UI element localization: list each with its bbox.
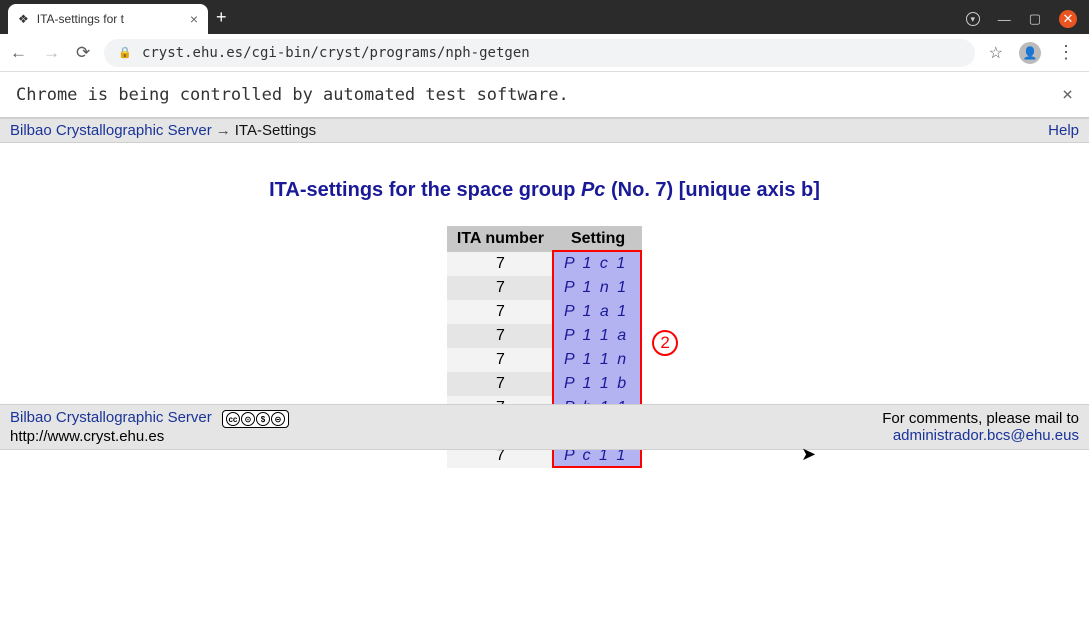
annotation-badge: 2 — [652, 330, 678, 356]
automation-text: Chrome is being controlled by automated … — [16, 85, 569, 105]
title-prefix: ITA-settings for the space group — [269, 179, 581, 201]
cell-setting: P 1 c 1 — [554, 252, 642, 276]
tab-favicon: ❖ — [18, 12, 29, 26]
setting-link[interactable]: P 1 c 1 — [564, 255, 627, 272]
help-link[interactable]: Help — [1048, 122, 1079, 139]
table-row: 7 P 1 n 1 — [447, 276, 642, 300]
cell-setting: P 1 1 b — [554, 372, 642, 396]
table-row: 7 P 1 1 b — [447, 372, 642, 396]
tab-title: ITA-settings for t — [37, 12, 182, 26]
cell-setting: P 1 n 1 — [554, 276, 642, 300]
browser-tab[interactable]: ❖ ITA-settings for t × — [8, 4, 208, 34]
breadcrumb-current: ITA-Settings — [235, 122, 316, 139]
table-row: 7 P 1 a 1 — [447, 300, 642, 324]
forward-icon[interactable]: → — [43, 43, 60, 63]
cell-ita-number: 7 — [447, 252, 554, 276]
mouse-cursor: ➤ — [801, 444, 816, 465]
page-title: ITA-settings for the space group Pc (No.… — [0, 179, 1089, 202]
lock-icon: 🔒 — [118, 46, 132, 59]
new-tab-button[interactable]: + — [216, 7, 227, 28]
table-row: 7 P 1 1 n — [447, 348, 642, 372]
col-ita-number: ITA number — [447, 226, 554, 252]
cell-ita-number: 7 — [447, 300, 554, 324]
cell-ita-number: 7 — [447, 348, 554, 372]
setting-link[interactable]: P 1 1 b — [564, 375, 628, 392]
table-row: 7 P 1 1 a — [447, 324, 642, 348]
minimize-icon[interactable]: — — [998, 12, 1011, 27]
page-content: Bilbao Crystallographic Server → ITA-Set… — [0, 118, 1089, 468]
cell-ita-number: 7 — [447, 276, 554, 300]
cell-ita-number: 7 — [447, 372, 554, 396]
window-controls: ▾ — ▢ ✕ — [966, 10, 1089, 34]
tab-close-icon[interactable]: × — [190, 11, 198, 27]
title-suffix: (No. 7) [unique axis b] — [605, 179, 819, 201]
footer: Bilbao Crystallographic Server cc⊙$⊝ htt… — [0, 404, 1089, 451]
url-text: cryst.ehu.es/cgi-bin/cryst/programs/nph-… — [142, 45, 530, 61]
reload-icon[interactable]: ⟳ — [76, 43, 90, 63]
profile-avatar[interactable]: 👤 — [1019, 42, 1041, 64]
setting-link[interactable]: P 1 1 a — [564, 327, 628, 344]
address-bar: ← → ⟳ 🔒 cryst.ehu.es/cgi-bin/cryst/progr… — [0, 34, 1089, 72]
footer-comments: For comments, please mail to — [882, 410, 1079, 427]
footer-server-link[interactable]: Bilbao Crystallographic Server — [10, 409, 212, 426]
setting-link[interactable]: P 1 1 n — [564, 351, 628, 368]
footer-url: http://www.cryst.ehu.es — [10, 428, 164, 445]
window-close-icon[interactable]: ✕ — [1059, 10, 1077, 28]
cell-setting: P 1 1 n — [554, 348, 642, 372]
breadcrumb: Bilbao Crystallographic Server → ITA-Set… — [0, 118, 1089, 143]
breadcrumb-root[interactable]: Bilbao Crystallographic Server — [10, 122, 212, 139]
setting-link[interactable]: P 1 n 1 — [564, 279, 628, 296]
browser-titlebar: ❖ ITA-settings for t × + ▾ — ▢ ✕ — [0, 0, 1089, 34]
maximize-icon[interactable]: ▢ — [1029, 11, 1041, 27]
col-setting: Setting — [554, 226, 642, 252]
cc-license-icon[interactable]: cc⊙$⊝ — [222, 410, 289, 428]
title-group: Pc — [581, 179, 605, 201]
bookmark-icon[interactable]: ☆ — [989, 43, 1003, 63]
breadcrumb-arrow: → — [216, 122, 231, 139]
menu-icon[interactable]: ⋮ — [1057, 42, 1075, 63]
automation-banner: Chrome is being controlled by automated … — [0, 72, 1089, 118]
url-input[interactable]: 🔒 cryst.ehu.es/cgi-bin/cryst/programs/np… — [104, 39, 974, 67]
banner-close-icon[interactable]: × — [1062, 84, 1073, 105]
footer-email[interactable]: administrador.bcs@ehu.eus — [893, 427, 1079, 444]
cell-setting: P 1 1 a — [554, 324, 642, 348]
chevron-down-icon[interactable]: ▾ — [966, 12, 980, 26]
cell-ita-number: 7 — [447, 324, 554, 348]
cell-setting: P 1 a 1 — [554, 300, 642, 324]
setting-link[interactable]: P 1 a 1 — [564, 303, 628, 320]
back-icon[interactable]: ← — [10, 43, 27, 63]
table-row: 7 P 1 c 1 — [447, 252, 642, 276]
